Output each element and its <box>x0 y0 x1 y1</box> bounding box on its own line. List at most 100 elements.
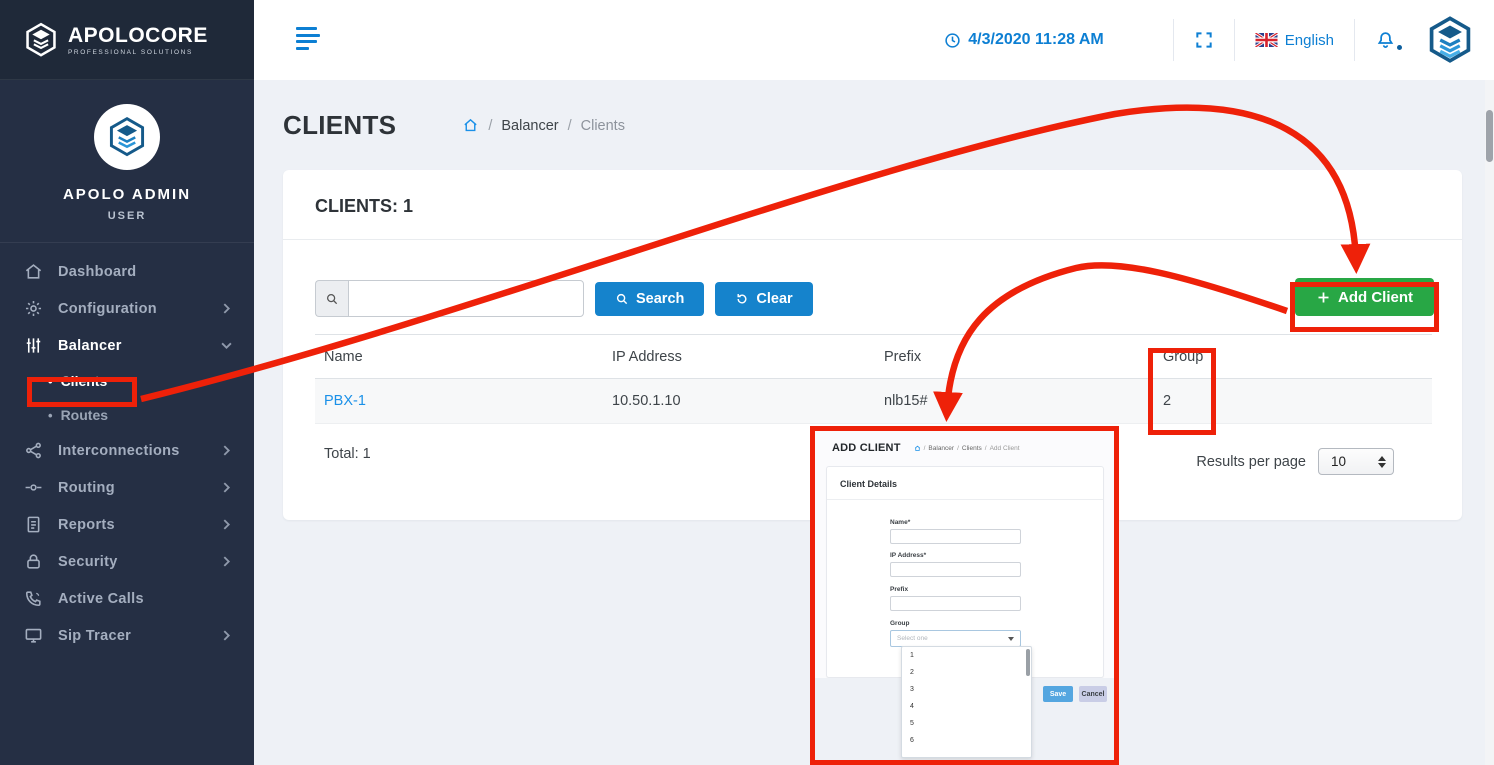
breadcrumb-item-current: Clients <box>581 118 625 134</box>
lock-icon <box>24 552 43 571</box>
add-client-button[interactable]: Add Client <box>1295 278 1434 316</box>
dropdown-option[interactable]: 2 <box>902 664 1031 681</box>
menu-toggle-icon[interactable] <box>296 27 320 53</box>
language-label: English <box>1285 32 1334 49</box>
brand: APOLOCORE PROFESSIONAL SOLUTIONS <box>0 0 254 80</box>
col-header-ip: IP Address <box>603 335 875 379</box>
bullet-icon: • <box>48 408 53 423</box>
ip-input[interactable] <box>890 562 1021 577</box>
prefix-field: Prefix <box>890 586 1021 611</box>
user-profile: APOLO ADMIN USER <box>0 80 254 243</box>
document-icon <box>24 515 43 534</box>
chevron-right-icon <box>221 445 232 456</box>
dropdown-scrollbar[interactable] <box>1026 649 1030 676</box>
divider <box>1354 19 1355 61</box>
dropdown-option[interactable]: 5 <box>902 715 1031 732</box>
avatar-logo-icon <box>105 115 149 159</box>
sidebar-subitem-clients[interactable]: • Clients <box>0 364 254 398</box>
plus-icon <box>1316 290 1331 305</box>
col-header-prefix: Prefix <box>875 335 1154 379</box>
sidebar-item-security[interactable]: Security <box>0 543 254 580</box>
notifications-bell-icon[interactable] <box>1375 30 1396 51</box>
profile-name: APOLO ADMIN <box>0 186 254 203</box>
search-button[interactable]: Search <box>595 282 704 316</box>
cancel-button[interactable]: Cancel <box>1079 686 1107 702</box>
phone-icon <box>24 589 43 608</box>
chevron-down-icon <box>221 340 232 351</box>
inset-breadcrumb-item-current: Add Client <box>990 445 1020 452</box>
sidebar-item-label: Interconnections <box>58 443 221 459</box>
col-header-group: Group <box>1154 335 1432 379</box>
chevron-right-icon <box>221 482 232 493</box>
sidebar-item-balancer[interactable]: Balancer <box>0 327 254 364</box>
dropdown-option[interactable]: 1 <box>902 647 1031 664</box>
clients-table: Name IP Address Prefix Group PBX-1 10.50… <box>315 334 1432 424</box>
avatar[interactable] <box>94 104 160 170</box>
sidebar-item-routing[interactable]: Routing <box>0 469 254 506</box>
inset-breadcrumb: / Balancer / Clients / Add Client <box>914 445 1020 452</box>
bullet-icon: • <box>48 374 53 389</box>
dropdown-option[interactable]: 6 <box>902 732 1031 749</box>
home-icon[interactable] <box>462 117 479 134</box>
language-selector[interactable]: English <box>1255 32 1334 49</box>
prefix-input[interactable] <box>890 596 1021 611</box>
search-group <box>315 280 584 317</box>
scrollbar-thumb[interactable] <box>1486 110 1493 162</box>
gear-icon <box>24 299 43 318</box>
divider <box>1234 19 1235 61</box>
breadcrumb-item[interactable]: Balancer <box>501 118 558 134</box>
sidebar-subitem-label: Clients <box>61 373 108 389</box>
table-row[interactable]: PBX-1 10.50.1.10 nlb15# 2 <box>315 379 1432 424</box>
monitor-icon <box>24 626 43 645</box>
route-icon <box>24 478 43 497</box>
group-select[interactable]: Select one <box>890 630 1021 647</box>
results-per-page-select[interactable]: 10 <box>1318 448 1394 475</box>
chevron-right-icon <box>221 630 232 641</box>
ip-field: IP Address* <box>890 552 1021 577</box>
group-field: Group Select one <box>890 620 1021 647</box>
page-scrollbar[interactable] <box>1485 80 1494 765</box>
divider <box>1173 19 1174 61</box>
sidebar-item-active-calls[interactable]: Active Calls <box>0 580 254 617</box>
apolocore-logo-icon <box>22 21 60 59</box>
sidebar-item-label: Configuration <box>58 301 221 317</box>
sidebar-item-dashboard[interactable]: Dashboard <box>0 253 254 290</box>
home-icon <box>24 262 43 281</box>
inset-breadcrumb-item: Clients <box>962 445 982 452</box>
breadcrumb-separator: / <box>568 118 572 134</box>
refresh-icon <box>735 292 749 306</box>
name-field: Name* <box>890 519 1021 544</box>
sidebar-item-label: Routing <box>58 480 221 496</box>
sidebar-item-label: Sip Tracer <box>58 628 221 644</box>
save-button[interactable]: Save <box>1043 686 1073 702</box>
clock-icon <box>944 32 961 49</box>
page-title: CLIENTS <box>283 110 396 141</box>
search-input[interactable] <box>348 280 584 317</box>
sidebar-item-reports[interactable]: Reports <box>0 506 254 543</box>
client-name-link[interactable]: PBX-1 <box>324 393 366 409</box>
select-stepper-icon <box>1378 456 1386 468</box>
sidebar-subitem-routes[interactable]: • Routes <box>0 398 254 432</box>
sidebar-nav: Dashboard Configuration Balancer • Clien… <box>0 243 254 654</box>
breadcrumb-separator: / <box>488 118 492 134</box>
caret-down-icon <box>1008 637 1014 641</box>
breadcrumb: / Balancer / Clients <box>462 117 625 134</box>
app-logo-icon[interactable] <box>1424 14 1476 66</box>
datetime-display: 4/3/2020 11:28 AM <box>854 31 1194 49</box>
results-per-page-label: Results per page <box>1196 454 1306 470</box>
panel-title: CLIENTS: 1 <box>283 170 1462 240</box>
dropdown-option[interactable]: 3 <box>902 681 1031 698</box>
group-dropdown-list: 1 2 3 4 5 6 <box>901 646 1032 758</box>
fullscreen-icon[interactable] <box>1194 30 1214 50</box>
search-icon <box>615 292 629 306</box>
sidebar-item-interconnections[interactable]: Interconnections <box>0 432 254 469</box>
home-icon <box>914 445 921 452</box>
client-group: 2 <box>1154 379 1432 424</box>
clear-button[interactable]: Clear <box>715 282 812 316</box>
sidebar-item-configuration[interactable]: Configuration <box>0 290 254 327</box>
table-header-row: Name IP Address Prefix Group <box>315 335 1432 379</box>
name-input[interactable] <box>890 529 1021 544</box>
chevron-right-icon <box>221 519 232 530</box>
sidebar-item-sip-tracer[interactable]: Sip Tracer <box>0 617 254 654</box>
dropdown-option[interactable]: 4 <box>902 698 1031 715</box>
